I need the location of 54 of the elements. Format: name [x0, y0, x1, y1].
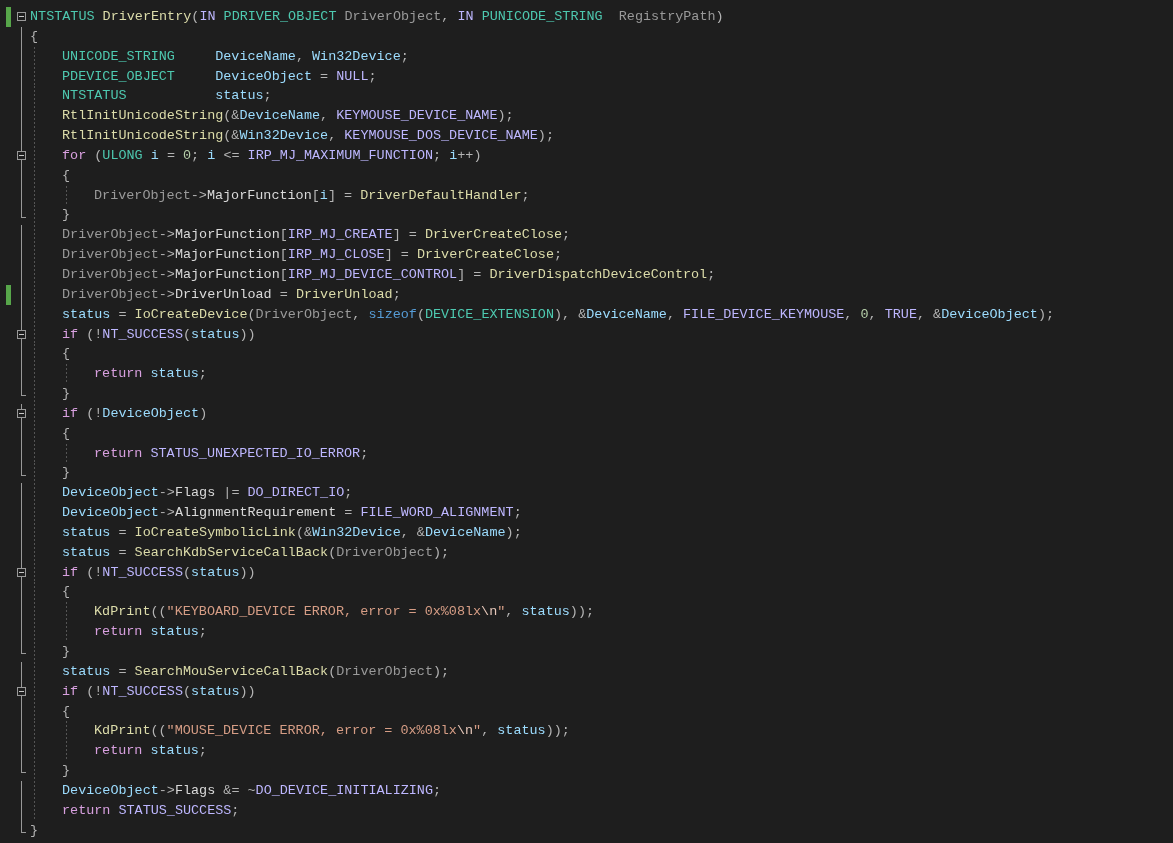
code-line: DriverObject->MajorFunction[IRP_MJ_CREATE] = DriverCreateClose;	[62, 226, 571, 245]
code-line: status = IoCreateDevice(DriverObject, sizeof(DEVICE_EXTENSION), &DeviceName, FILE_DEVICE_KEYMOUSE, 0, TRUE, &DeviceObject);	[62, 305, 1055, 324]
code-line: KdPrint(("MOUSE_DEVICE ERROR, error = 0x%08lx\n", status));	[94, 722, 570, 741]
code-line: }	[62, 464, 71, 483]
collapse-button[interactable]	[17, 409, 26, 419]
code-line: return STATUS_SUCCESS;	[62, 801, 240, 820]
code-line: DeviceObject->Flags |= DO_DIRECT_IO;	[62, 484, 353, 503]
collapse-button[interactable]	[17, 151, 26, 161]
code-line: }	[62, 643, 71, 661]
code-line: DriverObject->MajorFunction[IRP_MJ_CLOSE] = DriverCreateClose;	[62, 246, 563, 265]
code-line: return status;	[94, 742, 207, 761]
code-line: RtlInitUnicodeString(&Win32Device, KEYMOUSE_DOS_DEVICE_NAME);	[62, 127, 554, 146]
code-line: if (!NT_SUCCESS(status))	[62, 325, 256, 344]
code-line: DeviceObject->AlignmentRequirement = FILE_WORD_ALIGNMENT;	[62, 504, 522, 523]
collapse-button[interactable]	[17, 687, 26, 697]
collapse-button[interactable]	[17, 329, 26, 339]
code-line: NTSTATUS status;	[62, 87, 272, 106]
code-line: return STATUS_UNEXPECTED_IO_ERROR;	[94, 444, 369, 463]
code-line: {	[30, 27, 39, 46]
code-line: status = IoCreateSymbolicLink(&Win32Device, &DeviceName);	[62, 523, 522, 542]
code-line: DriverObject->DriverUnload = DriverUnload;	[62, 285, 401, 304]
code-line: NTSTATUS DriverEntry(IN PDRIVER_OBJECT DriverObject, IN PUNICODE_STRING RegistryPath)	[30, 8, 724, 26]
code-line: KdPrint(("KEYBOARD_DEVICE ERROR, error = 0x%08lx\n", status));	[94, 603, 595, 622]
code-line: return status;	[94, 365, 207, 384]
minus-icon	[19, 14, 24, 20]
code-line: }	[62, 762, 71, 781]
code-line: DriverObject->MajorFunction[i] = DriverDefaultHandler;	[94, 186, 530, 205]
code-line: UNICODE_STRING DeviceName, Win32Device;	[62, 47, 409, 66]
code-line: {	[62, 583, 71, 602]
minus-icon	[19, 570, 24, 576]
code-line: status = SearchKdbServiceCallBack(DriverObject);	[62, 543, 450, 562]
code-line: for (ULONG i = 0; i <= IRP_MJ_MAXIMUM_FUNCTION; i++)	[62, 146, 482, 165]
collapse-button[interactable]	[17, 568, 26, 578]
code-line: DeviceObject->Flags &= ~DO_DEVICE_INITIALIZING;	[62, 781, 442, 800]
code-line: return status;	[94, 623, 207, 642]
code-line: DriverObject->MajorFunction[IRP_MJ_DEVICE_CONTROL] = DriverDispatchDeviceControl;	[62, 265, 716, 284]
code-line: RtlInitUnicodeString(&DeviceName, KEYMOUSE_DEVICE_NAME);	[62, 107, 514, 126]
collapse-button[interactable]	[17, 12, 26, 22]
code-line: {	[62, 424, 71, 443]
code-line: }	[62, 385, 71, 404]
code-line: {	[62, 345, 71, 364]
code-line: if (!DeviceObject)	[62, 404, 208, 423]
code-line: if (!NT_SUCCESS(status))	[62, 563, 256, 582]
code-line: {	[62, 702, 71, 721]
code-line: PDEVICE_OBJECT DeviceObject = NULL;	[62, 67, 377, 86]
code-line: }	[62, 206, 71, 225]
code-line: {	[62, 166, 71, 185]
minus-icon	[19, 331, 24, 337]
code-line: if (!NT_SUCCESS(status))	[62, 682, 256, 701]
code-line: status = SearchMouServiceCallBack(DriverObject);	[62, 662, 450, 681]
code-line: }	[30, 821, 39, 840]
minus-icon	[19, 411, 24, 417]
minus-icon	[19, 153, 24, 159]
minus-icon	[19, 689, 24, 695]
